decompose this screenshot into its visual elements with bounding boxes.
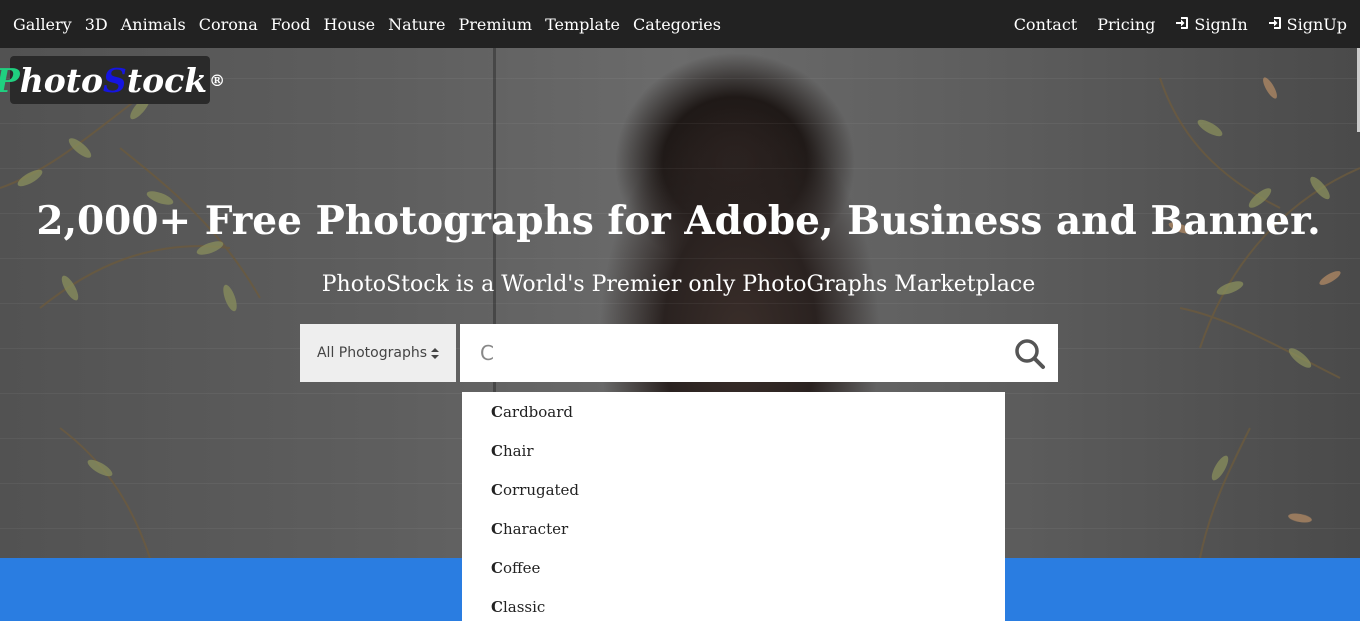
search-input-container bbox=[460, 324, 1058, 382]
signup-link[interactable]: SignUp bbox=[1268, 15, 1347, 34]
sort-caret-icon bbox=[431, 347, 440, 359]
hero-title: 2,000+ Free Photographs for Adobe, Busin… bbox=[36, 198, 1321, 244]
option-match: C bbox=[491, 402, 503, 421]
nav-link-categories[interactable]: Categories bbox=[633, 15, 721, 34]
option-rest: haracter bbox=[502, 519, 569, 538]
autocomplete-option-coffee[interactable]: Coffee bbox=[462, 548, 1005, 587]
nav-link-animals[interactable]: Animals bbox=[121, 15, 186, 34]
signin-label: SignIn bbox=[1194, 14, 1248, 34]
option-rest: offee bbox=[502, 558, 541, 577]
nav-link-pricing[interactable]: Pricing bbox=[1097, 15, 1155, 34]
option-rest: orrugated bbox=[502, 480, 580, 499]
autocomplete-option-character[interactable]: Character bbox=[462, 509, 1005, 548]
nav-left-links: Gallery 3D Animals Corona Food House Nat… bbox=[13, 15, 734, 34]
autocomplete-option-corrugated[interactable]: Corrugated bbox=[462, 470, 1005, 509]
nav-link-house[interactable]: House bbox=[323, 15, 375, 34]
option-match: C bbox=[491, 441, 503, 460]
logo-text-hoto: hoto bbox=[19, 60, 104, 100]
option-rest: ardboard bbox=[502, 402, 574, 421]
signin-link[interactable]: SignIn bbox=[1175, 14, 1248, 34]
search-input[interactable] bbox=[460, 324, 1000, 382]
autocomplete-option-chair[interactable]: Chair bbox=[462, 431, 1005, 470]
nav-link-nature[interactable]: Nature bbox=[388, 15, 445, 34]
logo-letter-s: S bbox=[103, 60, 127, 100]
top-navbar: Gallery 3D Animals Corona Food House Nat… bbox=[0, 0, 1360, 48]
nav-right-links: Contact Pricing SignIn SignUp bbox=[994, 15, 1347, 34]
nav-link-gallery[interactable]: Gallery bbox=[13, 15, 72, 34]
nav-link-contact[interactable]: Contact bbox=[1014, 15, 1078, 34]
autocomplete-dropdown: Cardboard Chair Corrugated Character Cof… bbox=[462, 392, 1005, 621]
signup-label: SignUp bbox=[1286, 14, 1347, 34]
nav-link-food[interactable]: Food bbox=[271, 15, 311, 34]
logo-letter-p: P bbox=[0, 61, 20, 100]
autocomplete-option-classic[interactable]: Classic bbox=[462, 587, 1005, 621]
hero-subtitle: PhotoStock is a World's Premier only Pho… bbox=[321, 272, 1036, 297]
search-icon[interactable] bbox=[1014, 338, 1046, 370]
photostock-logo[interactable]: PhotoStock® bbox=[0, 56, 225, 104]
nav-link-template[interactable]: Template bbox=[545, 15, 620, 34]
registered-mark: ® bbox=[209, 70, 226, 90]
search-bar: All Photographs bbox=[300, 324, 1058, 382]
option-rest: hair bbox=[502, 441, 534, 460]
nav-link-premium[interactable]: Premium bbox=[458, 15, 532, 34]
option-rest: lassic bbox=[502, 597, 546, 616]
sign-in-icon bbox=[1268, 15, 1282, 34]
category-select-value: All Photographs bbox=[316, 345, 428, 361]
autocomplete-option-cardboard[interactable]: Cardboard bbox=[462, 392, 1005, 431]
sign-in-icon bbox=[1175, 15, 1189, 34]
option-match: C bbox=[491, 558, 503, 577]
nav-link-corona[interactable]: Corona bbox=[199, 15, 258, 34]
category-select[interactable]: All Photographs bbox=[300, 324, 456, 382]
option-match: C bbox=[491, 597, 503, 616]
option-match: C bbox=[491, 519, 503, 538]
logo-text-tock: tock bbox=[126, 60, 208, 100]
option-match: C bbox=[491, 480, 503, 499]
nav-link-3d[interactable]: 3D bbox=[85, 15, 108, 34]
